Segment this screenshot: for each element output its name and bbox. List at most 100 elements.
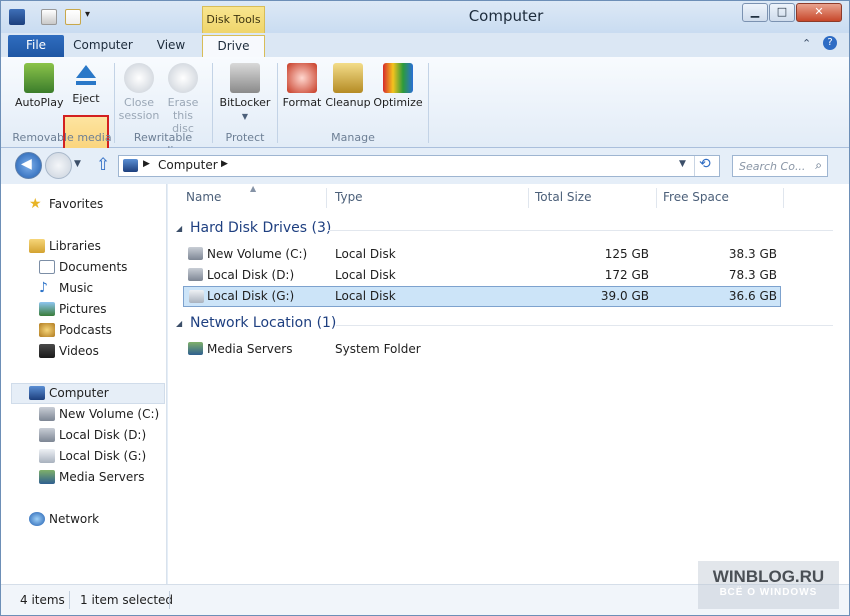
autoplay-label: AutoPlay: [15, 96, 64, 109]
cell-free: 36.6 GB: [728, 289, 777, 303]
address-bar[interactable]: ▶ Computer ▶ ▼ ⟲: [118, 155, 720, 177]
column-type[interactable]: Type: [335, 190, 363, 204]
group-removable-media: Removable media: [12, 131, 112, 144]
cell-free: 78.3 GB: [728, 268, 777, 282]
collapse-group-icon[interactable]: ◢: [176, 319, 182, 328]
minimize-button[interactable]: ▁: [742, 3, 768, 22]
sort-ascending-icon: ▲: [250, 184, 257, 193]
nav-label: Videos: [59, 344, 99, 358]
table-row-selected[interactable]: Local Disk (G:) Local Disk 39.0 GB 36.6 …: [183, 286, 781, 307]
erase-disc-label: Erase: [167, 96, 199, 109]
chevron-right-icon[interactable]: ▶: [143, 159, 150, 169]
tab-file[interactable]: File: [8, 35, 64, 57]
hard-drive-icon: [39, 407, 55, 421]
group-divider: [328, 230, 833, 231]
cell-total: 39.0 GB: [600, 289, 649, 303]
cleanup-icon: [333, 63, 363, 93]
format-button[interactable]: Format: [281, 61, 323, 129]
properties-icon[interactable]: [41, 9, 57, 25]
search-icon[interactable]: ⌕: [815, 158, 822, 173]
group-separator: [277, 63, 278, 143]
pictures-icon: [39, 302, 55, 316]
erase-disc-button[interactable]: Erase this disc: [161, 61, 205, 135]
collapse-group-icon[interactable]: ◢: [176, 224, 182, 233]
refresh-icon[interactable]: ⟲: [699, 156, 711, 172]
forward-button[interactable]: [45, 152, 72, 179]
nav-label: Podcasts: [59, 323, 112, 337]
table-row[interactable]: New Volume (C:) Local Disk 125 GB 38.3 G…: [183, 244, 781, 265]
nav-label: New Volume (C:): [59, 407, 160, 421]
tab-drive[interactable]: Drive: [202, 35, 265, 57]
bitlocker-icon: [230, 63, 260, 93]
removable-drive-icon: [189, 290, 204, 303]
group-separator: [212, 63, 213, 143]
new-folder-icon[interactable]: [65, 9, 81, 25]
customize-qat-arrow-icon[interactable]: ▾: [85, 9, 90, 20]
address-history-icon[interactable]: ▼: [679, 159, 686, 169]
tab-computer[interactable]: Computer: [69, 35, 137, 57]
watermark: WINBLOG.RU ВСЁ О WINDOWS: [698, 561, 839, 609]
column-divider[interactable]: [528, 188, 529, 208]
column-free-space[interactable]: Free Space: [663, 190, 729, 204]
column-divider[interactable]: [656, 188, 657, 208]
table-row[interactable]: Media Servers System Folder: [183, 339, 781, 360]
minimize-ribbon-icon[interactable]: ⌃: [802, 37, 811, 50]
cell-type: System Folder: [335, 342, 421, 356]
back-button[interactable]: ◀: [15, 152, 42, 179]
title-bar: ▾ Disk Tools Computer ▁ □ ✕: [1, 1, 849, 33]
help-icon[interactable]: ?: [823, 36, 837, 50]
nav-label: Favorites: [49, 197, 104, 211]
music-icon: ♪: [39, 280, 48, 296]
ribbon-tabs: File Computer View Drive ⌃ ?: [1, 33, 849, 57]
breadcrumb-computer[interactable]: Computer: [158, 158, 218, 172]
group-protect: Protect: [225, 131, 265, 144]
column-total-size[interactable]: Total Size: [535, 190, 591, 204]
documents-icon: [39, 260, 55, 274]
computer-icon: [123, 159, 138, 172]
group-header-network[interactable]: Network Location (1): [190, 315, 336, 331]
hard-drive-icon: [188, 268, 203, 281]
context-tab-header: Disk Tools: [202, 6, 265, 33]
search-input[interactable]: Search Co... ⌕: [732, 155, 828, 177]
podcasts-icon: [39, 323, 55, 337]
chevron-right-icon[interactable]: ▶: [221, 159, 228, 169]
hard-drive-icon: [39, 428, 55, 442]
group-header-hard-disks[interactable]: Hard Disk Drives (3): [190, 220, 331, 236]
cell-type: Local Disk: [335, 289, 396, 303]
cell-name: Local Disk (G:): [207, 289, 295, 303]
eject-icon: [74, 63, 98, 89]
format-icon: [287, 63, 317, 93]
status-selection: 1 item selected: [80, 593, 174, 607]
optimize-button[interactable]: Optimize: [372, 61, 424, 129]
cell-name: New Volume (C:): [207, 247, 308, 261]
close-session-button[interactable]: Close session: [117, 61, 161, 129]
nav-label: Documents: [59, 260, 128, 274]
media-server-icon: [39, 470, 55, 484]
cell-name: Media Servers: [207, 342, 293, 356]
close-button[interactable]: ✕: [796, 3, 842, 22]
column-divider[interactable]: [783, 188, 784, 208]
computer-icon[interactable]: [9, 9, 25, 25]
bitlocker-button[interactable]: BitLocker ▼: [217, 61, 273, 129]
cleanup-button[interactable]: Cleanup: [324, 61, 372, 129]
table-row[interactable]: Local Disk (D:) Local Disk 172 GB 78.3 G…: [183, 265, 781, 286]
column-name[interactable]: Name: [186, 190, 221, 204]
tab-view[interactable]: View: [144, 35, 198, 57]
cleanup-label: Cleanup: [325, 96, 371, 109]
star-icon: ★: [29, 196, 42, 212]
close-session-label-2: session: [118, 109, 160, 122]
cell-name: Local Disk (D:): [207, 268, 295, 282]
column-divider[interactable]: [326, 188, 327, 208]
close-session-icon: [124, 63, 154, 93]
autoplay-button[interactable]: AutoPlay: [15, 61, 63, 129]
eject-button[interactable]: Eject: [65, 61, 107, 129]
bitlocker-dropdown-icon[interactable]: ▼: [242, 112, 248, 121]
back-arrow-icon: ◀: [21, 156, 32, 172]
watermark-title: WINBLOG.RU: [712, 567, 825, 586]
maximize-button[interactable]: □: [769, 3, 795, 22]
up-arrow-icon[interactable]: ⇧: [96, 155, 110, 175]
nav-label: Network: [49, 512, 100, 526]
close-session-label: Close: [124, 96, 154, 109]
computer-icon: [29, 386, 45, 400]
recent-pages-icon[interactable]: ▼: [74, 159, 81, 169]
